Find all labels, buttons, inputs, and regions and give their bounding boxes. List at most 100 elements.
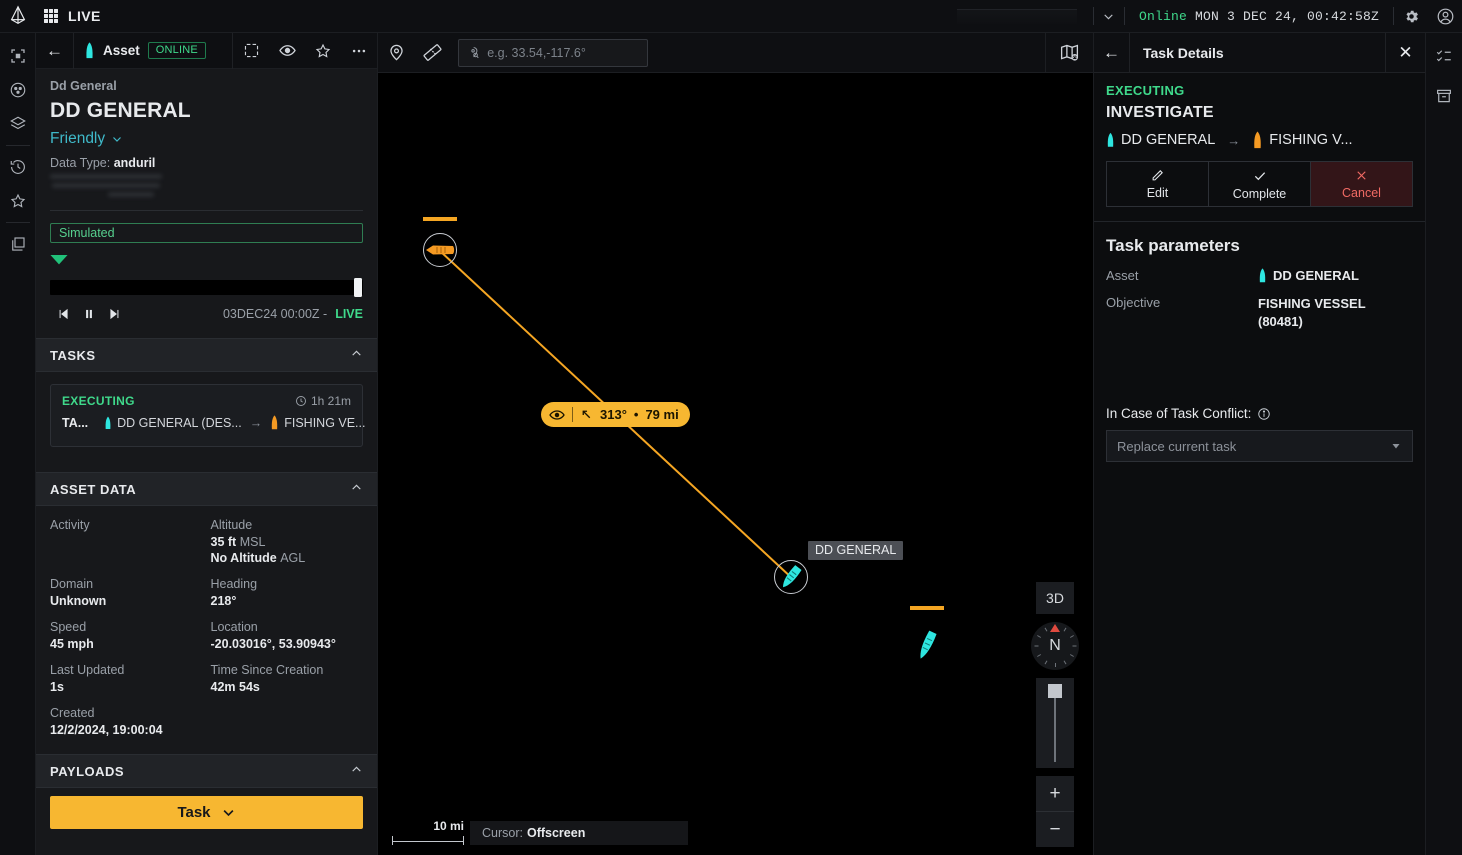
ruler-icon[interactable] (414, 33, 450, 73)
divider (50, 210, 363, 211)
tasks-checklist-icon[interactable] (1426, 39, 1462, 73)
zoom-slider[interactable] (1036, 678, 1074, 768)
task-parameters: Task parameters Asset DD GENERAL Objecti… (1094, 222, 1425, 330)
complete-task-button[interactable]: Complete (1208, 162, 1310, 206)
field-value: 45 mph (50, 637, 203, 651)
focus-asset-icon[interactable] (233, 33, 269, 69)
archive-box-icon[interactable] (1426, 79, 1462, 113)
task-source: DD GENERAL (DES... (104, 416, 242, 430)
arrow-right-icon: → (1227, 133, 1240, 148)
entities-icon[interactable] (0, 73, 36, 107)
map-scale: 10 mi (392, 819, 464, 845)
search-input[interactable] (487, 46, 639, 60)
field-heading: Heading 218° (211, 577, 364, 608)
conflict-select-value: Replace current task (1117, 439, 1236, 454)
coordinate-search-box[interactable] (458, 39, 648, 67)
tasks-section-header[interactable]: TASKS (36, 338, 377, 372)
field-value: 35 ft MSL (211, 535, 364, 549)
field-value: Unknown (50, 594, 203, 608)
edit-task-label: Edit (1147, 186, 1169, 200)
route-info-chip[interactable]: 313° • 79 mi (541, 402, 690, 427)
account-icon[interactable] (1428, 0, 1462, 33)
data-type-row: Data Type: anduril (50, 156, 363, 170)
zoom-slider-thumb[interactable] (1048, 684, 1062, 698)
clock-icon (295, 395, 307, 407)
affiliation-dropdown[interactable]: Friendly (50, 130, 363, 148)
divider (6, 222, 30, 223)
view-3d-button[interactable]: 3D (1036, 582, 1074, 614)
secondary-vessel-marker[interactable] (912, 628, 942, 662)
close-icon[interactable]: ✕ (1385, 33, 1425, 73)
lattice-logo[interactable] (0, 0, 36, 33)
field-label: Speed (50, 620, 203, 634)
timeline-live-button[interactable]: LIVE (335, 307, 363, 321)
top-ghost-field[interactable] (957, 9, 1077, 24)
edit-task-button[interactable]: Edit (1107, 162, 1208, 206)
payloads-section-header[interactable]: PAYLOADS (36, 754, 377, 788)
map-settings-icon[interactable] (1045, 33, 1093, 73)
map-toolbar (378, 33, 1093, 73)
vessel-icon-cyan (1106, 132, 1115, 148)
route-distance: 79 mi (645, 407, 678, 422)
field-label: Activity (50, 518, 203, 532)
zoom-in-button[interactable]: + (1036, 776, 1074, 811)
map-canvas[interactable]: 313° • 79 mi DD GENERAL (378, 73, 1093, 855)
compass-control[interactable]: N (1031, 622, 1079, 670)
cancel-task-button[interactable]: Cancel (1310, 162, 1412, 206)
visibility-eye-icon[interactable] (269, 33, 305, 69)
skip-next-icon[interactable] (102, 303, 128, 325)
more-options-icon[interactable] (341, 33, 377, 69)
info-icon[interactable] (1257, 407, 1271, 421)
hostile-track-bar (423, 217, 457, 221)
dd-general-label[interactable]: DD GENERAL (808, 541, 903, 560)
collections-stack-icon[interactable] (0, 227, 36, 261)
task-conflict-setting: In Case of Task Conflict: Replace curren… (1094, 406, 1425, 462)
back-arrow-icon[interactable]: ← (36, 33, 74, 69)
task-target-text: FISHING VE... (284, 416, 365, 430)
complete-task-label: Complete (1233, 187, 1287, 201)
map-pin-icon[interactable] (378, 33, 414, 73)
vessel-icon-cyan (1258, 268, 1267, 283)
gear-icon[interactable] (1394, 0, 1428, 33)
layers-icon[interactable] (0, 107, 36, 141)
favorite-star-icon[interactable] (305, 33, 341, 69)
grid-apps-icon[interactable] (44, 9, 58, 23)
chevron-up-icon (350, 347, 363, 363)
divider (572, 407, 573, 422)
chevron-down-icon (221, 805, 236, 820)
timeline-range: 03DEC24 00:00Z - (223, 307, 327, 321)
field-label: Last Updated (50, 663, 203, 677)
data-type-value: anduril (114, 156, 156, 170)
zoom-out-button[interactable]: − (1036, 812, 1074, 847)
favorites-star-icon[interactable] (0, 184, 36, 218)
conflict-select[interactable]: Replace current task (1106, 430, 1413, 462)
status-badge: ONLINE (148, 42, 206, 59)
task-target: FISHING V... (1252, 131, 1352, 149)
data-type-label: Data Type: (50, 156, 110, 170)
dd-general-marker[interactable] (776, 562, 806, 592)
focus-target-icon[interactable] (0, 39, 36, 73)
connection-indicator (36, 243, 377, 268)
skip-previous-icon[interactable] (50, 303, 76, 325)
history-clock-icon[interactable] (0, 150, 36, 184)
task-duration-text: 1h 21m (311, 394, 351, 408)
asset-data-section-header[interactable]: ASSET DATA (36, 472, 377, 506)
timeline-handle[interactable] (354, 278, 362, 297)
altitude-msl-unit: MSL (240, 535, 266, 549)
pause-icon[interactable] (76, 303, 102, 325)
vessel-icon-cyan (912, 628, 942, 662)
field-value: 218° (211, 594, 364, 608)
field-value: 1s (50, 680, 203, 694)
task-button[interactable]: Task (50, 796, 363, 829)
chevron-down-icon[interactable] (1094, 0, 1124, 33)
scale-ruler (392, 836, 464, 845)
field-label: Created (50, 706, 203, 720)
task-card[interactable]: EXECUTING 1h 21m TA... DD GENERAL (DES. (50, 384, 363, 447)
timeline-scrubber[interactable] (50, 280, 363, 295)
param-value-text: DD GENERAL (1273, 268, 1359, 283)
back-arrow-icon[interactable]: ← (1094, 33, 1130, 73)
chevron-up-icon (350, 763, 363, 779)
fishing-vessel-marker[interactable] (425, 243, 455, 257)
field-created: Created 12/2/2024, 19:00:04 (50, 706, 203, 737)
left-icon-rail (0, 33, 36, 855)
